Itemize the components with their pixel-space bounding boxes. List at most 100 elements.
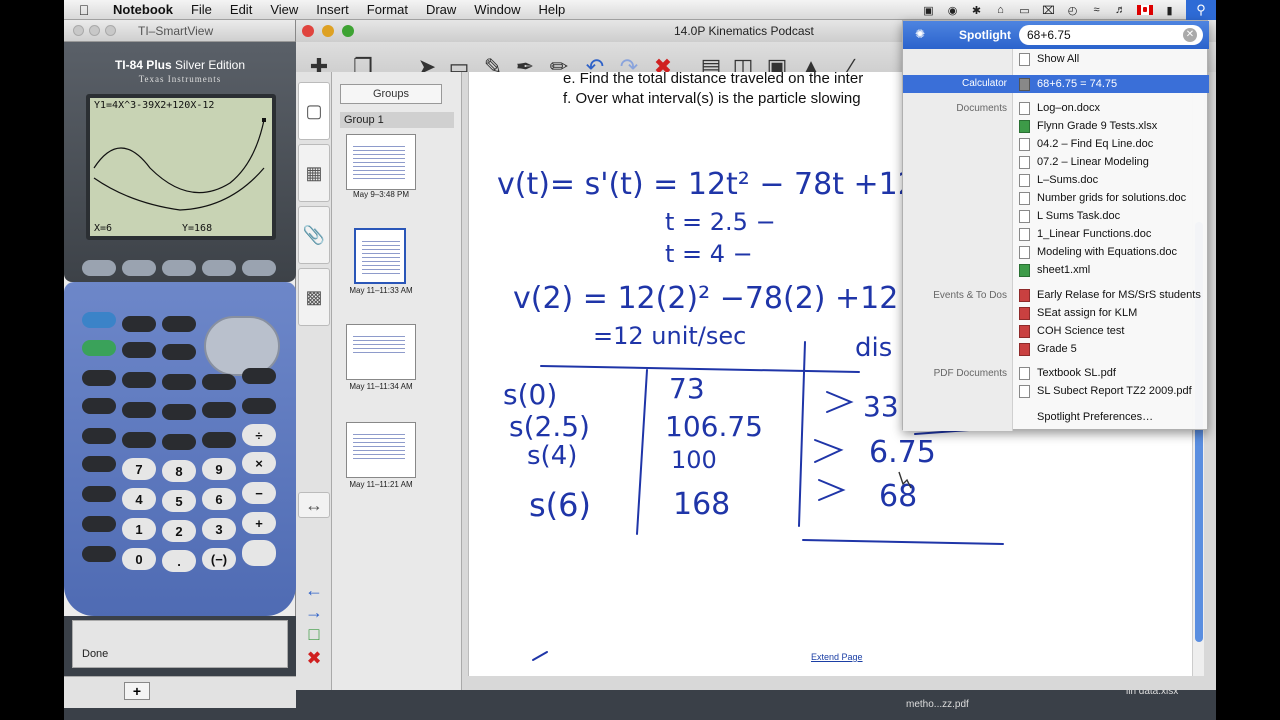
spotlight-search-input[interactable]: 68+6.75 ✕	[1019, 25, 1203, 45]
volume-icon[interactable]: ♬	[1113, 4, 1128, 16]
event-item[interactable]: COH Science test	[1013, 322, 1209, 340]
key-1[interactable]: 1	[122, 518, 156, 540]
eye-icon[interactable]: ◉	[945, 4, 960, 17]
key-4[interactable]: 4	[122, 488, 156, 510]
key-window[interactable]	[122, 260, 156, 276]
spotlight-menu-icon[interactable]: ⚲	[1186, 0, 1216, 20]
key-vars[interactable]	[202, 374, 236, 390]
menu-insert[interactable]: Insert	[307, 2, 358, 17]
document-item[interactable]: 07.2 – Linear Modeling	[1013, 153, 1209, 171]
resize-panel-icon[interactable]: ↔	[298, 492, 330, 518]
key-clear[interactable]	[242, 368, 276, 384]
key-square[interactable]	[82, 428, 116, 444]
document-item[interactable]: 04.2 – Find Eq Line.doc	[1013, 135, 1209, 153]
document-item[interactable]: 1_Linear Functions.doc	[1013, 225, 1209, 243]
page-thumbnail[interactable]	[346, 422, 416, 478]
delete-page-icon[interactable]: ✖	[298, 648, 330, 668]
key-3[interactable]: 3	[202, 518, 236, 540]
key-8[interactable]: 8	[162, 460, 196, 482]
notebook-zoom-button[interactable]	[342, 25, 354, 37]
key-close-paren[interactable]	[202, 432, 236, 448]
menu-view[interactable]: View	[261, 2, 307, 17]
ti-minimize-button[interactable]	[89, 25, 100, 36]
display-icon[interactable]: ▭	[1017, 4, 1032, 17]
key-2[interactable]: 2	[162, 520, 196, 542]
key-sin[interactable]	[122, 402, 156, 418]
clear-search-icon[interactable]: ✕	[1183, 28, 1197, 42]
key-inverse[interactable]	[82, 398, 116, 414]
apple-menu-icon[interactable]: 	[64, 2, 104, 18]
document-item[interactable]: Number grids for solutions.doc	[1013, 189, 1209, 207]
key-prgm[interactable]	[162, 374, 196, 390]
wifi-icon[interactable]: ✱	[969, 4, 984, 17]
key-xt-theta[interactable]	[122, 342, 156, 358]
input-flag-icon[interactable]	[1137, 5, 1153, 15]
key-tan[interactable]	[202, 402, 236, 418]
key-trace[interactable]	[202, 260, 236, 276]
calculator-result-item[interactable]: 68+6.75 = 74.75	[1013, 75, 1209, 93]
page-sorter-tab-icon[interactable]: ▢	[298, 82, 330, 140]
pdf-item[interactable]: Textbook SL.pdf	[1013, 364, 1209, 382]
key-math[interactable]	[82, 370, 116, 386]
key-ln[interactable]	[82, 486, 116, 502]
battery-icon[interactable]: ▮	[1162, 4, 1177, 17]
add-button[interactable]: +	[124, 682, 150, 700]
key-negative[interactable]: (−)	[202, 548, 236, 570]
key-sto[interactable]	[82, 516, 116, 532]
key-enter[interactable]	[242, 540, 276, 566]
document-item[interactable]: sheet1.xml	[1013, 261, 1209, 279]
key-power[interactable]	[242, 398, 276, 414]
ti-zoom-button[interactable]	[105, 25, 116, 36]
add-page-icon[interactable]: □	[298, 624, 330, 644]
key-6[interactable]: 6	[202, 488, 236, 510]
show-all-item[interactable]: Show All	[1013, 50, 1209, 68]
document-item[interactable]: Log–on.docx	[1013, 99, 1209, 117]
event-item[interactable]: Grade 5	[1013, 340, 1209, 358]
notebook-close-button[interactable]	[302, 25, 314, 37]
key-multiply[interactable]: ×	[242, 452, 276, 474]
event-item[interactable]: Early Relase for MS/SrS students	[1013, 286, 1209, 304]
key-7[interactable]: 7	[122, 458, 156, 480]
key-y-equals[interactable]	[82, 260, 116, 276]
wireless-icon[interactable]: ≈	[1089, 4, 1104, 16]
key-on[interactable]	[82, 546, 116, 562]
menu-edit[interactable]: Edit	[221, 2, 261, 17]
menu-draw[interactable]: Draw	[417, 2, 465, 17]
menu-window[interactable]: Window	[465, 2, 529, 17]
next-page-icon[interactable]: →	[298, 602, 330, 622]
pdf-item[interactable]: SL Subect Report TZ2 2009.pdf	[1013, 382, 1209, 400]
document-item[interactable]: Flynn Grade 9 Tests.xlsx	[1013, 117, 1209, 135]
ti-close-button[interactable]	[73, 25, 84, 36]
arrow-pad[interactable]	[204, 316, 280, 376]
key-0[interactable]: 0	[122, 548, 156, 570]
attachments-tab-icon[interactable]: 📎	[298, 206, 330, 264]
key-minus[interactable]: −	[242, 482, 276, 504]
key-graph[interactable]	[242, 260, 276, 276]
document-item[interactable]: L Sums Task.doc	[1013, 207, 1209, 225]
extend-page-link[interactable]: Extend Page	[811, 652, 863, 662]
key-zoom[interactable]	[162, 260, 196, 276]
key-9[interactable]: 9	[202, 458, 236, 480]
key-open-paren[interactable]	[162, 434, 196, 450]
key-apps[interactable]	[122, 372, 156, 388]
document-item[interactable]: L–Sums.doc	[1013, 171, 1209, 189]
done-button[interactable]: Done	[82, 648, 108, 660]
menu-help[interactable]: Help	[530, 2, 575, 17]
document-item[interactable]: Modeling with Equations.doc	[1013, 243, 1209, 261]
page-thumbnail[interactable]	[346, 324, 416, 380]
page-thumbnail[interactable]	[346, 134, 416, 190]
bluetooth-icon[interactable]: ⌧	[1041, 4, 1056, 17]
desktop-file-pdf[interactable]: metho...zz.pdf	[906, 699, 969, 710]
properties-tab-icon[interactable]: ▩	[298, 268, 330, 326]
menu-format[interactable]: Format	[358, 2, 417, 17]
key-comma[interactable]	[122, 432, 156, 448]
event-item[interactable]: SEat assign for KLM	[1013, 304, 1209, 322]
key-mode[interactable]	[122, 316, 156, 332]
page-thumbnail-selected[interactable]	[354, 228, 406, 284]
key-plus[interactable]: +	[242, 512, 276, 534]
key-decimal[interactable]: .	[162, 550, 196, 572]
home-icon[interactable]: ⌂	[993, 4, 1008, 16]
group-header[interactable]: Group 1	[340, 112, 454, 128]
menu-file[interactable]: File	[182, 2, 221, 17]
notebook-minimize-button[interactable]	[322, 25, 334, 37]
